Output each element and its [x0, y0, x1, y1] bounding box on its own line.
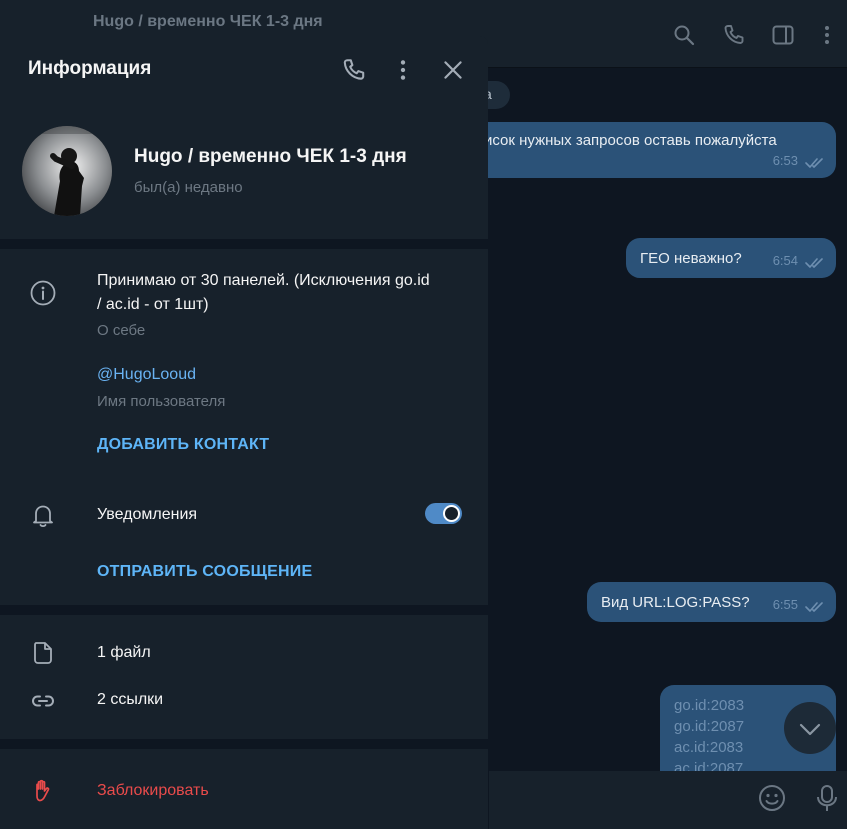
sidebar-icon[interactable]	[771, 23, 795, 47]
file-icon	[30, 640, 56, 666]
message-composer[interactable]	[489, 771, 847, 829]
toggle-knob	[443, 505, 460, 522]
bell-icon	[30, 502, 56, 528]
shared-links-item[interactable]: 2 ссылки	[97, 688, 163, 712]
more-vertical-icon[interactable]	[815, 23, 839, 47]
double-check-icon	[805, 158, 823, 168]
shared-files-item[interactable]: 1 файл	[97, 641, 151, 665]
scroll-down-button[interactable]	[784, 702, 836, 754]
username-caption: Имя пользователя	[97, 393, 226, 410]
more-vertical-icon[interactable]	[390, 57, 416, 83]
message-bubble[interactable]: Вид URL:LOG:PASS? 6:55	[587, 582, 836, 622]
message-time: 6:55	[772, 597, 798, 612]
chat-title[interactable]: Hugo / временно ЧЕК 1-3 дня	[93, 13, 323, 31]
profile-status: был(а) недавно	[134, 179, 243, 196]
avatar[interactable]	[22, 126, 112, 216]
user-info-panel: Информация Hugo / временно ЧЕК 1-3 дня б…	[0, 36, 488, 829]
link-icon	[30, 688, 56, 714]
message-bubble[interactable]: ГЕО неважно? 6:54	[626, 238, 836, 278]
chevron-down-icon	[799, 723, 821, 736]
message-time: 6:54	[772, 253, 798, 268]
add-contact-button[interactable]: ДОБАВИТЬ КОНТАКТ	[97, 436, 269, 454]
hand-stop-icon	[30, 778, 56, 804]
divider	[0, 739, 488, 749]
phone-icon[interactable]	[722, 23, 746, 47]
search-icon[interactable]	[672, 23, 696, 47]
panel-title: Информация	[28, 58, 152, 79]
code-line: go.id:2083	[674, 697, 745, 714]
divider	[0, 239, 488, 249]
message-time: 6:53	[772, 153, 798, 168]
close-icon[interactable]	[440, 57, 466, 83]
notifications-label: Уведомления	[97, 506, 198, 523]
code-line: go.id:2087	[674, 718, 745, 735]
divider	[0, 605, 488, 615]
profile-name: Hugo / временно ЧЕК 1-3 дня	[134, 146, 407, 167]
message-text: исок нужных запросов оставь пожалуйста	[484, 132, 777, 149]
send-message-button[interactable]: ОТПРАВИТЬ СООБЩЕНИЕ	[97, 563, 312, 581]
bio-line[interactable]: / ac.id - от 1шт)	[97, 293, 209, 317]
message-bubble[interactable]: исок нужных запросов оставь пожалуйста 6…	[470, 122, 836, 178]
message-text: ГЕО неважно?	[640, 250, 742, 267]
double-check-icon	[805, 258, 823, 268]
emoji-icon[interactable]	[757, 783, 787, 813]
bio-line[interactable]: Принимаю от 30 панелей. (Исключения go.i…	[97, 269, 430, 293]
phone-icon[interactable]	[341, 57, 367, 83]
info-icon	[30, 280, 56, 306]
username-link[interactable]: @HugoLooud	[97, 366, 196, 384]
double-check-icon	[805, 602, 823, 612]
block-user-button[interactable]: Заблокировать	[97, 782, 209, 800]
bio-caption: О себе	[97, 322, 146, 339]
microphone-icon[interactable]	[812, 783, 842, 813]
notifications-toggle[interactable]	[425, 503, 462, 524]
message-text: Вид URL:LOG:PASS?	[601, 594, 750, 611]
code-line: ac.id:2083	[674, 739, 744, 756]
